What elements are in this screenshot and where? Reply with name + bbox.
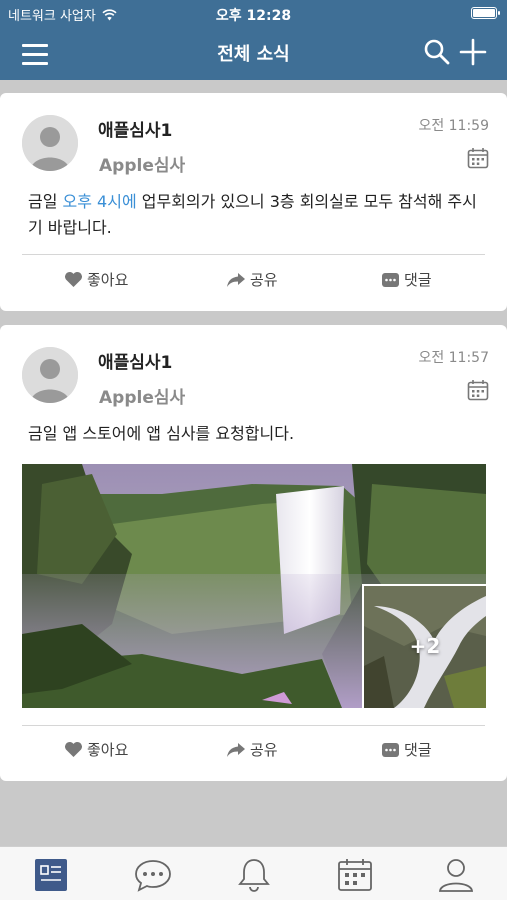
calendar-icon[interactable] — [336, 857, 374, 893]
comment-button[interactable]: 댓글 — [382, 739, 432, 760]
tab-bar — [0, 846, 507, 900]
profile-icon[interactable] — [437, 857, 475, 893]
avatar[interactable] — [22, 347, 78, 403]
post-department: Apple심사 — [99, 156, 186, 176]
share-button[interactable]: 공유 — [226, 269, 278, 290]
comment-icon — [382, 742, 399, 757]
avatar-placeholder-icon — [22, 115, 78, 171]
navbar: 전체 소식 — [0, 26, 507, 80]
top-bar: 네트워크 사업자 오후 12:28 전체 소식 — [0, 0, 507, 80]
comment-label: 댓글 — [404, 741, 432, 759]
post-body-text: 금일 — [28, 192, 63, 211]
post-time: 오전 11:59 — [418, 118, 489, 134]
status-time: 오후 12:28 — [215, 8, 292, 24]
share-label: 공유 — [250, 741, 278, 759]
post-body-highlight[interactable]: 오후 4시에 — [63, 192, 137, 211]
heart-icon — [65, 741, 82, 758]
calendar-icon[interactable] — [467, 147, 489, 169]
post-body: 금일 앱 스토어에 앱 심사를 요청합니다. — [28, 424, 295, 443]
more-photos-thumbnail[interactable]: +2 — [362, 584, 486, 708]
post-actions: 좋아요 공유 댓글 — [0, 269, 507, 299]
share-arrow-icon — [227, 742, 245, 757]
heart-icon — [65, 271, 82, 288]
avatar[interactable] — [22, 115, 78, 171]
like-button[interactable]: 좋아요 — [64, 739, 128, 760]
chat-icon[interactable] — [134, 857, 172, 893]
divider — [22, 725, 485, 726]
post-author[interactable]: 애플심사1 — [98, 116, 172, 141]
share-label: 공유 — [250, 271, 278, 289]
battery-icon — [471, 7, 500, 19]
post-time: 오전 11:57 — [418, 350, 489, 366]
search-icon[interactable] — [423, 38, 451, 66]
share-arrow-icon — [227, 272, 245, 287]
like-label: 좋아요 — [87, 741, 129, 759]
post-card: 애플심사1 Apple심사 오전 11:57 금일 앱 스토어에 앱 심사를 요… — [0, 325, 507, 781]
comment-icon — [382, 272, 399, 287]
share-button[interactable]: 공유 — [226, 739, 278, 760]
more-photos-count: +2 — [409, 634, 441, 658]
post-author[interactable]: 애플심사1 — [98, 348, 172, 373]
post-department: Apple심사 — [99, 388, 186, 408]
post-photo[interactable]: +2 — [22, 464, 486, 708]
post-card: 애플심사1 Apple심사 오전 11:59 금일 오후 4시에 업무회의가 있… — [0, 93, 507, 311]
like-button[interactable]: 좋아요 — [64, 269, 128, 290]
calendar-icon[interactable] — [467, 379, 489, 401]
comment-label: 댓글 — [404, 271, 432, 289]
feed-icon[interactable] — [32, 857, 70, 893]
bell-icon[interactable] — [235, 857, 273, 893]
plus-icon[interactable] — [459, 38, 487, 66]
divider — [22, 254, 485, 255]
comment-button[interactable]: 댓글 — [382, 269, 432, 290]
status-bar: 네트워크 사업자 오후 12:28 — [0, 0, 507, 26]
avatar-placeholder-icon — [22, 347, 78, 403]
like-label: 좋아요 — [87, 271, 129, 289]
post-actions: 좋아요 공유 댓글 — [0, 739, 507, 769]
post-body: 금일 오후 4시에 업무회의가 있으니 3층 회의실로 모두 참석해 주시기 바… — [28, 189, 487, 241]
